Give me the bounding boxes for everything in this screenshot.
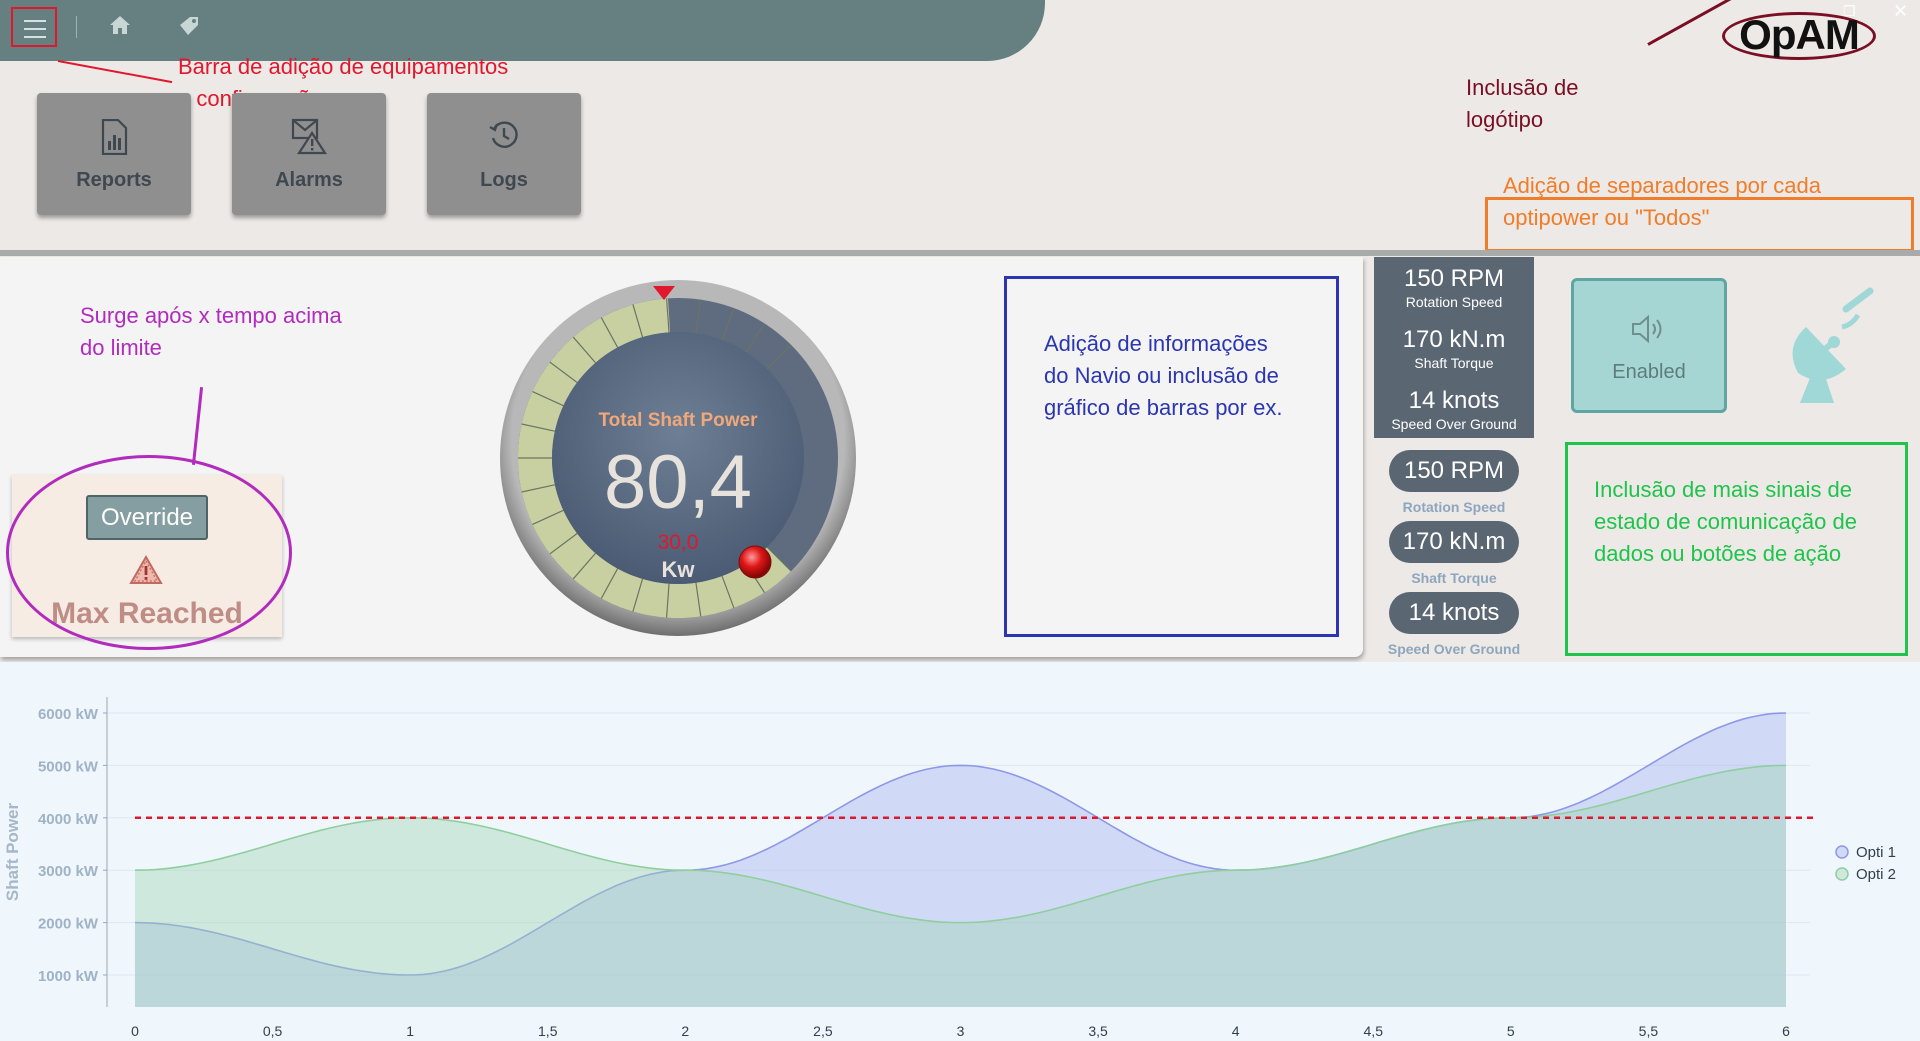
signals-annotation: Inclusão de mais sinais de estado de com…	[1594, 477, 1857, 566]
y-axis-label: Shaft Power	[3, 803, 22, 902]
shaft-torque-pill-label: Shaft Torque	[1411, 570, 1497, 586]
alarms-label: Alarms	[275, 169, 343, 191]
speed-over-ground-value: 14 knots	[1408, 387, 1500, 414]
rotation-speed-pill: 150 RPM	[1389, 450, 1519, 492]
alarm-led-icon	[738, 545, 772, 579]
satellite-dish-icon	[1776, 287, 1886, 412]
y-tick-label: 4000 kW	[38, 811, 99, 828]
bookmark-tag-icon[interactable]	[177, 15, 201, 42]
x-tick-label: 4,5	[1364, 1023, 1384, 1039]
logs-label: Logs	[480, 169, 528, 191]
y-tick-label: 5000 kW	[38, 758, 99, 775]
x-tick-label: 2,5	[813, 1023, 833, 1039]
nav-divider	[76, 16, 77, 38]
x-tick-label: 6	[1782, 1023, 1790, 1039]
menu-button[interactable]	[11, 7, 57, 47]
ship-info-annotation: Adição de informações do Navio ou inclus…	[1044, 331, 1283, 420]
reports-button[interactable]: Reports	[37, 93, 191, 215]
rotation-speed-value: 150 RPM	[1403, 265, 1505, 292]
chart-legend: Opti 1 Opti 2	[1835, 844, 1896, 883]
hamburger-menu-icon	[24, 20, 46, 44]
speed-over-ground-label: Speed Over Ground	[1391, 416, 1517, 432]
gauge-unit: Kw	[662, 557, 696, 582]
alarms-button[interactable]: Alarms	[232, 93, 386, 215]
shaft-torque-value: 170 kN.m	[1402, 326, 1506, 353]
legend-marker-2[interactable]	[1835, 867, 1849, 881]
window-restore-icon[interactable]: ❐	[1843, 3, 1856, 20]
x-tick-label: 0	[131, 1023, 139, 1039]
gauge-title: Total Shaft Power	[598, 410, 758, 431]
y-tick-label: 6000 kW	[38, 706, 99, 723]
section-separator	[0, 250, 1920, 256]
logs-button[interactable]: Logs	[427, 93, 581, 215]
speed-over-ground-pill-label: Speed Over Ground	[1387, 641, 1521, 657]
x-tick-label: 5	[1507, 1023, 1515, 1039]
reports-label: Reports	[76, 169, 152, 191]
override-annotation: Surge após x tempo acima do limite	[80, 303, 342, 360]
x-tick-label: 2	[681, 1023, 689, 1039]
top-navigation-bar	[0, 0, 1045, 61]
speed-over-ground-pill: 14 knots	[1389, 592, 1519, 634]
readings-panel: 150 RPM Rotation Speed 170 kN.m Shaft To…	[1374, 257, 1534, 438]
sound-status-label: Enabled	[1612, 361, 1686, 383]
x-tick-label: 1,5	[538, 1023, 558, 1039]
legend-marker-1[interactable]	[1835, 845, 1849, 859]
legend-label-1[interactable]: Opti 1	[1856, 844, 1896, 861]
tabs-placeholder-box	[1485, 197, 1914, 252]
y-tick-label: 2000 kW	[38, 916, 99, 933]
override-highlight-ellipse	[6, 455, 292, 650]
shaft-power-chart: 1000 kW 2000 kW 3000 kW 4000 kW 5000 kW 6000 …	[3, 697, 1896, 1039]
alarm-warning-icon	[232, 117, 386, 155]
x-tick-label: 1	[406, 1023, 414, 1039]
gauge-value: 80,4	[604, 440, 752, 525]
x-tick-label: 5,5	[1639, 1023, 1659, 1039]
x-tick-label: 0,5	[263, 1023, 283, 1039]
rotation-speed-pill-label: Rotation Speed	[1402, 499, 1506, 515]
history-clock-icon	[427, 119, 581, 151]
shaft-torque-pill: 170 kN.m	[1389, 521, 1519, 563]
x-tick-label: 3,5	[1088, 1023, 1108, 1039]
logo-annotation: Inclusão de logótipo	[1466, 75, 1579, 132]
y-tick-label: 3000 kW	[38, 863, 99, 880]
x-tick-label: 3	[957, 1023, 965, 1039]
sound-enabled-button[interactable]: Enabled	[1571, 278, 1727, 413]
close-icon[interactable]: ✕	[1893, 1, 1908, 22]
speaker-icon	[1574, 313, 1724, 345]
shaft-torque-label: Shaft Torque	[1414, 355, 1494, 371]
report-chart-icon	[37, 119, 191, 155]
home-icon[interactable]	[108, 14, 132, 41]
shaft-power-gauge: Total Shaft Power 80,4 30,0 Kw	[500, 280, 856, 636]
menu-annotation-line	[57, 60, 173, 84]
x-tick-label: 4	[1232, 1023, 1240, 1039]
y-tick-label: 1000 kW	[38, 968, 99, 985]
legend-label-2[interactable]: Opti 2	[1856, 866, 1896, 883]
rotation-speed-label: Rotation Speed	[1405, 294, 1503, 310]
gauge-limit-value: 30,0	[658, 531, 699, 554]
